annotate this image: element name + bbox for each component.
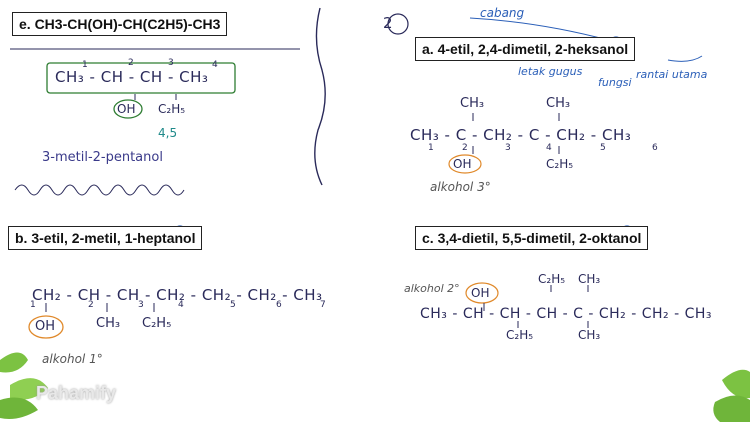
answer-e: 3-metil-2-pentanol — [42, 150, 163, 165]
chain-number-2: 2 — [128, 58, 134, 68]
main-chain-a: CH₃ - C - CH₂ - C - CH₂ - CH₃ — [410, 126, 632, 144]
chain-a-num-2: 2 — [462, 143, 468, 153]
chain-b-num-1: 1 — [30, 300, 36, 310]
chain-a-num-3: 3 — [505, 143, 511, 153]
note-rantai-utama: rantai utama — [636, 68, 708, 81]
section-b-title: b. 3-etil, 2-metil, 1-heptanol — [8, 226, 203, 250]
chain-b-num-5: 5 — [230, 300, 236, 310]
c2h5-group-e: C₂H₅ — [158, 102, 186, 116]
top-c2h5-c: C₂H₅ — [538, 272, 566, 286]
chain-a-num-4: 4 — [546, 143, 552, 153]
section-c-title: c. 3,4-dietil, 5,5-dimetil, 2-oktanol — [415, 226, 649, 250]
chain-b-num-6: 6 — [276, 300, 282, 310]
c2h5-group-b: C₂H₅ — [142, 316, 172, 331]
note-cabang: cabang — [480, 6, 525, 20]
main-chain-e: CH₃ - CH - CH - CH₃ — [55, 68, 209, 86]
ch3-group-b: CH₃ — [96, 316, 121, 331]
chain-number-4: 4 — [212, 60, 218, 70]
chain-number-3: 3 — [168, 58, 174, 68]
bottom-c2h5-c: C₂H₅ — [506, 328, 534, 342]
locants-e: 4,5 — [158, 126, 178, 140]
chain-b-num-4: 4 — [178, 300, 184, 310]
chain-b-num-2: 2 — [88, 300, 94, 310]
alcohol-type-a: alkohol 3° — [430, 180, 491, 194]
c2h5-group-a: C₂H₅ — [546, 157, 574, 171]
top-ch3-2-a: CH₃ — [546, 96, 571, 111]
top-ch3-1-a: CH₃ — [460, 96, 485, 111]
oh-group-c: OH — [471, 286, 490, 300]
chain-b-num-7: 7 — [320, 300, 326, 310]
top-ch3-c: CH₃ — [578, 272, 601, 286]
chain-a-num-5: 5 — [600, 143, 606, 153]
main-chain-c: CH₃ - CH - CH - CH - C - CH₂ - CH₂ - CH₃ — [420, 306, 713, 322]
pahamify-logo: Pahamify — [36, 383, 117, 403]
oh-group-e: OH — [117, 102, 136, 116]
section-e-title: e. CH3-CH(OH)-CH(C2H5)-CH3 — [12, 12, 228, 36]
chain-a-num-6: 6 — [652, 143, 658, 153]
chain-a-num-1: 1 — [428, 143, 434, 153]
chain-b-num-3: 3 — [138, 300, 144, 310]
circle-number: 2 — [383, 14, 393, 32]
alcohol-type-c: alkohol 2° — [404, 282, 460, 295]
oh-group-a: OH — [453, 157, 472, 171]
handwriting-overlay — [0, 7, 750, 422]
note-fungsi: fungsi — [598, 76, 632, 89]
oh-group-b: OH — [35, 319, 56, 334]
bottom-ch3-c: CH₃ — [578, 328, 601, 342]
section-a-title: a. 4-etil, 2,4-dimetil, 2-heksanol — [415, 37, 636, 61]
note-letak-gugus: letak gugus — [518, 65, 583, 78]
alcohol-type-b: alkohol 1° — [42, 352, 103, 366]
